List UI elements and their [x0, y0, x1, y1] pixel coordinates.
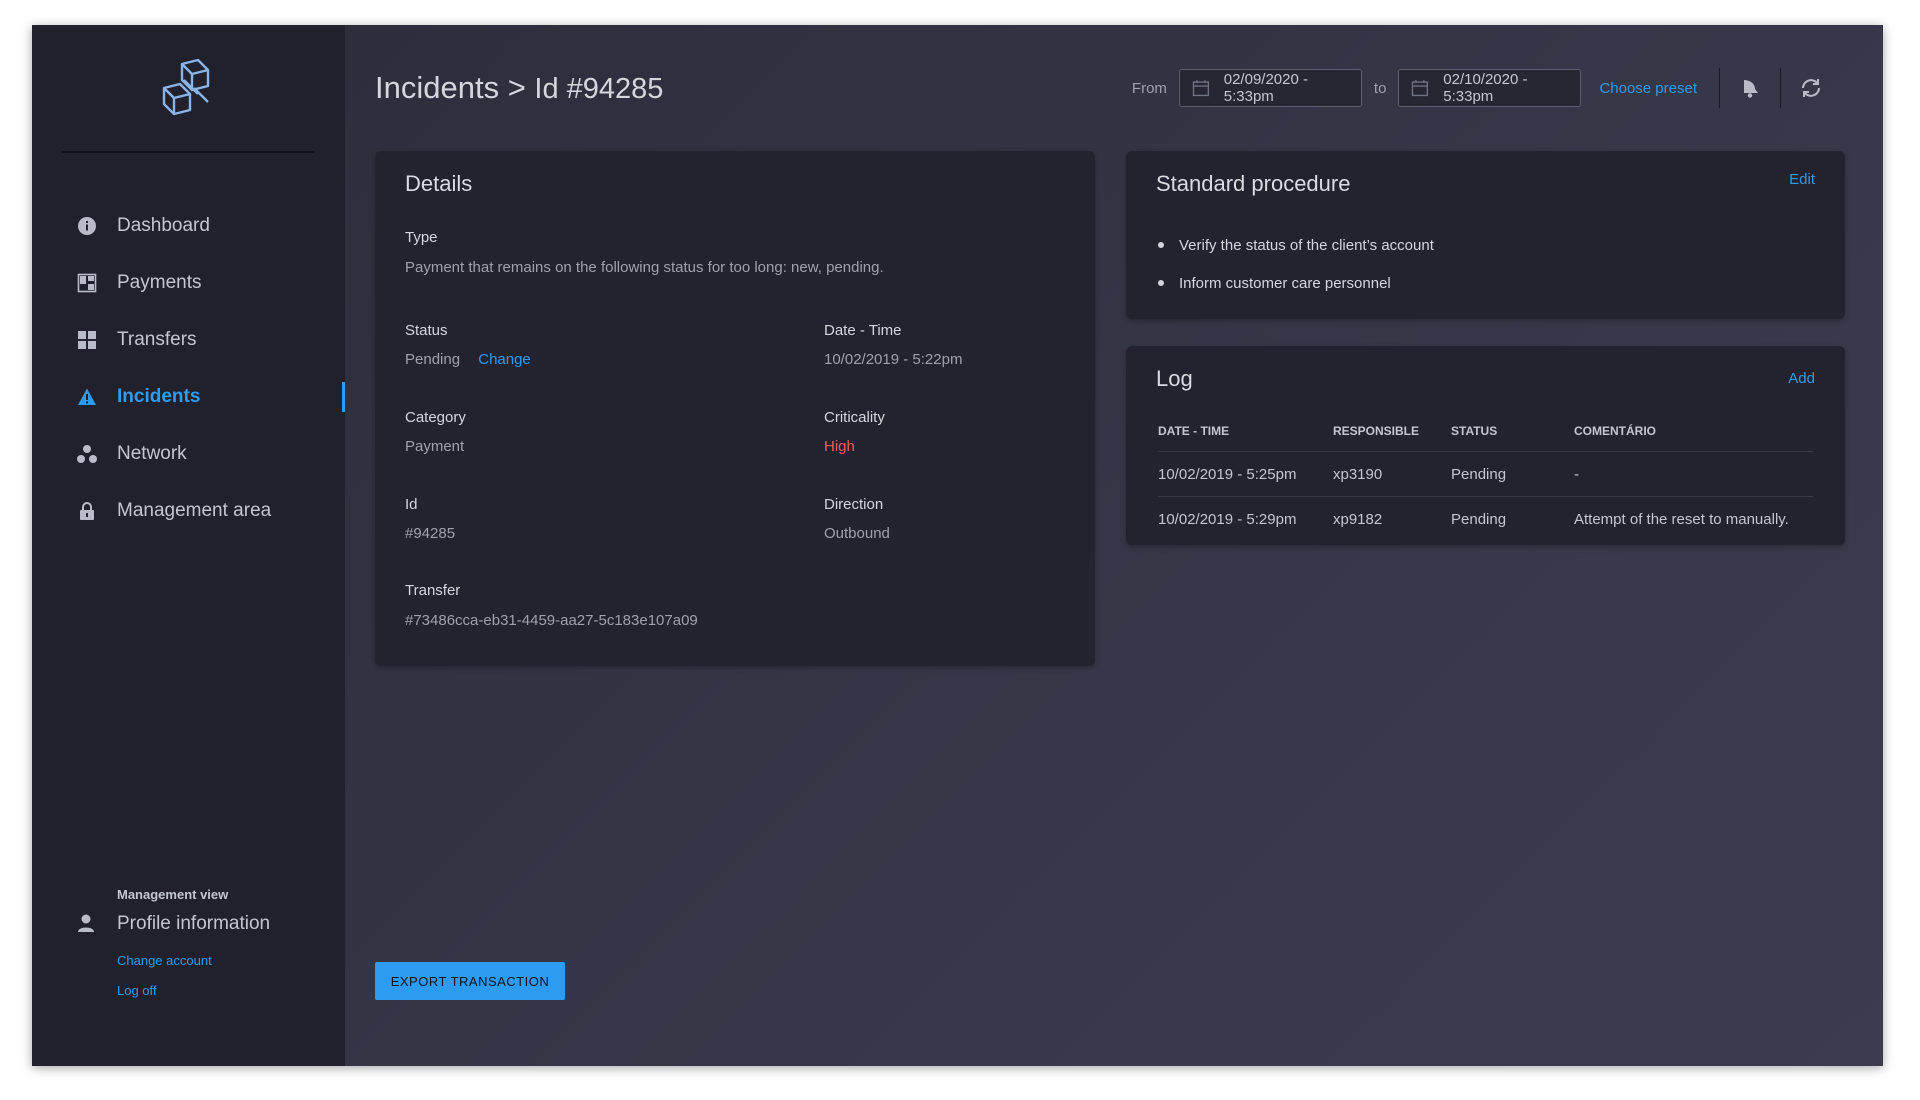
change-account-link[interactable]: Change account [117, 953, 212, 968]
from-date-value: 02/09/2020 - 5:33pm [1223, 71, 1308, 105]
type-value: Payment that remains on the following st… [405, 259, 884, 276]
log-cell-responsible: xp9182 [1333, 510, 1383, 528]
criticality-value: High [824, 438, 855, 455]
sidebar-item-payments[interactable]: Payments [32, 254, 345, 311]
sidebar-item-network[interactable]: Network [32, 425, 345, 482]
incident-id-title: Id #94285 [534, 73, 664, 105]
notifications-button[interactable] [1720, 68, 1780, 108]
payments-icon [76, 272, 98, 294]
choose-preset-link[interactable]: Choose preset [1599, 80, 1697, 97]
page-title: Incidents > Id #94285 [375, 70, 663, 106]
main-content: Incidents > Id #94285 From 02/09/2020 - … [345, 25, 1883, 1066]
cube-stack-icon [162, 58, 210, 116]
criticality-label: Criticality [824, 409, 885, 426]
app-window: Dashboard Payments Transfers Incidents N… [32, 25, 1883, 1066]
to-date-field[interactable]: 02/10/2020 - 5:33pm [1398, 69, 1582, 107]
from-label: From [1131, 79, 1167, 97]
log-cell-datetime: 10/02/2019 - 5:29pm [1158, 510, 1297, 528]
status-value: Pending [405, 351, 461, 368]
datetime-value: 10/02/2019 - 5:22pm [824, 351, 963, 368]
warning-triangle-icon [76, 386, 98, 408]
log-cell-comment: Attempt of the reset to manually. [1574, 510, 1789, 528]
sidebar-item-label: Transfers [117, 328, 197, 350]
datetime-label: Date - Time [824, 322, 902, 339]
type-label: Type [405, 229, 438, 246]
grid-icon [76, 329, 98, 351]
to-date-value: 02/10/2020 - 5:33pm [1443, 71, 1528, 105]
refresh-icon [1802, 79, 1820, 97]
sidebar-item-label: Network [117, 442, 187, 464]
log-title: Log [1156, 366, 1193, 391]
category-value: Payment [405, 438, 465, 455]
details-title: Details [405, 171, 473, 196]
bell-icon [1744, 80, 1758, 98]
sidebar-item-label: Incidents [117, 385, 201, 407]
log-add-button[interactable]: Add [1788, 370, 1815, 387]
calendar-icon [1412, 80, 1429, 97]
transfer-value: #73486cca-eb31-4459-aa27-5c183e107a09 [405, 612, 698, 629]
log-cell-status: Pending [1451, 451, 1574, 497]
log-off-link[interactable]: Log off [117, 983, 157, 998]
sidebar-item-label: Payments [117, 271, 202, 293]
column-header-comment: COMENTÁRIO [1574, 411, 1813, 452]
sidebar-item-incidents[interactable]: Incidents [32, 368, 345, 425]
to-label: to [1373, 79, 1387, 97]
log-table: DATE - TIME RESPONSIBLE STATUS COMENTÁRI… [1158, 411, 1813, 541]
procedure-step: Verify the status of the client’s accoun… [1158, 226, 1434, 264]
sidebar-nav: Dashboard Payments Transfers Incidents N… [32, 197, 345, 539]
sidebar-item-label: Dashboard [117, 214, 210, 236]
sidebar-item-label: Management area [117, 499, 272, 521]
breadcrumb-incidents[interactable]: Incidents > [375, 70, 526, 105]
transfer-label: Transfer [405, 582, 461, 599]
id-label: Id [405, 496, 418, 513]
status-label: Status [405, 322, 448, 339]
sidebar-item-transfers[interactable]: Transfers [32, 311, 345, 368]
direction-label: Direction [824, 496, 884, 513]
sidebar-item-management-area[interactable]: Management area [32, 482, 345, 539]
export-transaction-button[interactable]: EXPORT TRANSACTION [375, 962, 565, 1000]
log-cell-responsible: xp3190 [1333, 451, 1451, 497]
column-header-status: STATUS [1451, 411, 1574, 452]
network-icon [76, 443, 98, 465]
calendar-icon [1192, 80, 1209, 97]
direction-value: Outbound [824, 525, 890, 542]
sidebar-item-dashboard[interactable]: Dashboard [32, 197, 345, 254]
from-date-field[interactable]: 02/09/2020 - 5:33pm [1178, 69, 1362, 107]
column-header-datetime: DATE - TIME [1158, 411, 1333, 452]
procedure-list: Verify the status of the client’s accoun… [1158, 226, 1434, 302]
table-row: 10/02/2019 - 5:29pm xp9182 Pending Attem… [1158, 497, 1813, 542]
log-cell-datetime: 10/02/2019 - 5:25pm [1158, 451, 1333, 497]
table-row: 10/02/2019 - 5:25pm xp3190 Pending - [1158, 451, 1813, 497]
management-view-label: Management view [117, 887, 229, 902]
log-card: Log Add DATE - TIME RESPONSIBLE STATUS C… [1126, 346, 1845, 545]
profile-title: Profile information [117, 913, 271, 934]
refresh-button[interactable] [1781, 68, 1841, 108]
log-cell-comment: - [1574, 451, 1813, 497]
log-cell-status: Pending [1451, 510, 1507, 528]
log-header-row: DATE - TIME RESPONSIBLE STATUS COMENTÁRI… [1158, 411, 1813, 452]
procedure-step: Inform customer care personnel [1158, 264, 1434, 302]
user-icon [76, 913, 96, 938]
lock-icon [76, 500, 98, 522]
column-header-responsible: RESPONSIBLE [1333, 411, 1451, 452]
id-value: #94285 [405, 525, 456, 542]
logo[interactable] [62, 25, 314, 153]
standard-procedure-card: Standard procedure Edit Verify the statu… [1126, 151, 1845, 319]
procedure-edit-button[interactable]: Edit [1789, 171, 1815, 188]
category-label: Category [405, 409, 466, 426]
date-range-toolbar: From 02/09/2020 - 5:33pm to 02/10/2020 -… [1132, 68, 1841, 108]
sidebar: Dashboard Payments Transfers Incidents N… [32, 25, 345, 1066]
profile-information[interactable]: Profile information [32, 909, 345, 939]
info-circle-icon [76, 215, 98, 237]
status-change-link[interactable]: Change [478, 351, 531, 368]
procedure-title: Standard procedure [1156, 171, 1351, 196]
details-card: Details Type Payment that remains on the… [375, 151, 1095, 666]
